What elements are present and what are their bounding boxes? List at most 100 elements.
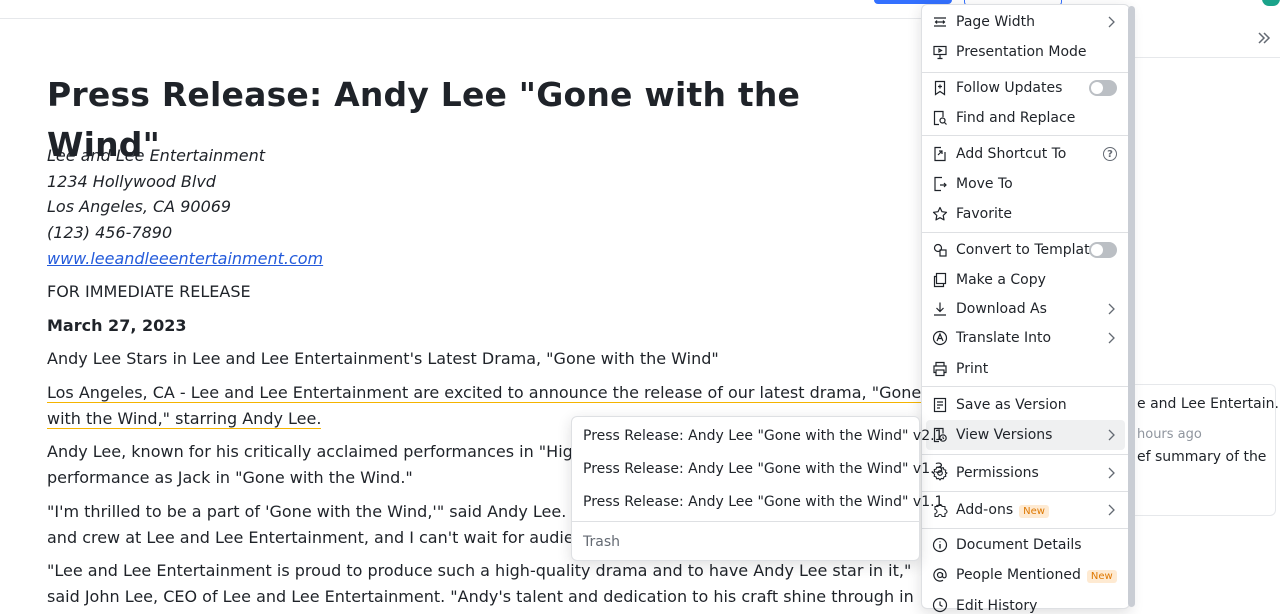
menu-label: Add Shortcut To xyxy=(956,146,1067,162)
release-note: FOR IMMEDIATE RELEASE xyxy=(47,282,251,301)
comment-card[interactable]: e and Lee Entertain... hours ago ef summ… xyxy=(1133,384,1280,516)
menu-divider xyxy=(922,454,1129,455)
menu-item-save-version[interactable]: Save as Version xyxy=(922,390,1129,420)
menu-label: Presentation Mode xyxy=(956,44,1087,60)
translate-icon xyxy=(932,330,948,346)
menu-item-follow-updates[interactable]: Follow Updates xyxy=(922,73,1129,103)
address-city: Los Angeles, CA 90069 xyxy=(47,197,232,216)
trash-label: Trash xyxy=(583,534,620,550)
print-icon xyxy=(932,361,948,377)
address-phone: (123) 456-7890 xyxy=(47,223,173,242)
commented-text-line1[interactable]: Los Angeles, CA - Lee and Lee Entertainm… xyxy=(47,383,922,403)
version-label: Press Release: Andy Lee "Gone with the W… xyxy=(583,461,944,477)
convert-template-toggle[interactable] xyxy=(1089,242,1117,258)
follow-updates-toggle[interactable] xyxy=(1089,80,1117,96)
release-date: March 27, 2023 xyxy=(47,316,187,335)
menu-item-print[interactable]: Print xyxy=(922,354,1129,384)
menu-label: Find and Replace xyxy=(956,110,1076,126)
menu-item-presentation-mode[interactable]: Presentation Mode xyxy=(922,37,1129,67)
version-item-v2-1[interactable]: Press Release: Andy Lee "Gone with the W… xyxy=(572,421,943,451)
headline: Andy Lee Stars in Lee and Lee Entertainm… xyxy=(47,349,719,368)
menu-divider xyxy=(922,386,1129,387)
menu-label: Move To xyxy=(956,176,1013,192)
menu-divider xyxy=(922,232,1129,233)
divider xyxy=(1133,57,1280,58)
template-icon xyxy=(932,242,948,258)
menu-divider xyxy=(922,528,1129,529)
menu-label: Download As xyxy=(956,301,1047,317)
paragraph-line: said John Lee, CEO of Lee and Lee Entert… xyxy=(47,587,914,606)
menu-item-favorite[interactable]: Favorite xyxy=(922,199,1129,229)
menu-item-move-to[interactable]: Move To xyxy=(922,169,1129,199)
find-replace-icon xyxy=(932,110,948,126)
menu-item-find-replace[interactable]: Find and Replace xyxy=(922,103,1129,133)
comment-title: e and Lee Entertain... xyxy=(1137,396,1280,412)
page-width-icon xyxy=(932,14,948,30)
menu-divider xyxy=(922,135,1129,136)
address-street: 1234 Hollywood Blvd xyxy=(47,172,216,191)
save-version-icon xyxy=(932,397,948,413)
version-label: Press Release: Andy Lee "Gone with the W… xyxy=(583,494,944,510)
paragraph-line: and crew at Lee and Lee Entertainment, a… xyxy=(47,528,632,547)
presentation-icon xyxy=(932,44,948,60)
paragraph-line: Andy Lee, known for his critically accla… xyxy=(47,442,634,461)
star-icon xyxy=(932,206,948,222)
menu-item-permissions[interactable]: Permissions xyxy=(922,458,1129,488)
version-item-v1-1[interactable]: Press Release: Andy Lee "Gone with the W… xyxy=(572,487,943,517)
chevron-right-icon xyxy=(1105,467,1117,479)
versions-submenu: Press Release: Andy Lee "Gone with the W… xyxy=(571,416,943,561)
info-icon xyxy=(932,537,948,553)
menu-item-make-copy[interactable]: Make a Copy xyxy=(922,265,1129,295)
menu-label: Favorite xyxy=(956,206,1012,222)
menu-label: Permissions xyxy=(956,465,1039,481)
website-link[interactable]: www.leeandleeentertainment.com xyxy=(47,249,323,268)
comment-body: ef summary of the xyxy=(1137,449,1267,465)
menu-item-view-versions[interactable]: View Versions xyxy=(926,420,1125,450)
download-icon xyxy=(932,301,948,317)
chevron-right-icon xyxy=(1105,429,1117,441)
history-icon xyxy=(932,597,948,613)
comments-panel xyxy=(1133,18,1280,607)
menu-item-convert-template[interactable]: Convert to Template xyxy=(922,235,1129,265)
menu-label: Edit History xyxy=(956,598,1038,614)
new-badge: New xyxy=(1086,570,1117,583)
shortcut-icon xyxy=(932,146,948,162)
menu-label: View Versions xyxy=(956,427,1053,443)
menu-label: Save as Version xyxy=(956,397,1067,413)
bookmark-icon xyxy=(932,80,948,96)
menu-item-addons[interactable]: Add-ons New xyxy=(922,495,1129,525)
addons-label: Add-ons xyxy=(956,502,1014,518)
menu-label: Document Details xyxy=(956,537,1082,553)
menu-item-download-as[interactable]: Download As xyxy=(922,294,1129,324)
version-item-v1-3[interactable]: Press Release: Andy Lee "Gone with the W… xyxy=(572,454,943,484)
menu-label: Translate Into xyxy=(956,330,1052,346)
double-chevron-right-icon[interactable] xyxy=(1256,30,1274,48)
help-icon[interactable]: ? xyxy=(1103,147,1117,161)
copy-icon xyxy=(932,272,948,288)
comment-time: hours ago xyxy=(1137,427,1202,442)
version-trash-item[interactable]: Trash xyxy=(572,527,919,557)
paragraph-line: performance as Jack in "Gone with the Wi… xyxy=(47,468,413,487)
menu-item-edit-history[interactable]: Edit History xyxy=(922,590,1129,614)
menu-label: Make a Copy xyxy=(956,272,1046,288)
menu-item-add-shortcut[interactable]: Add Shortcut To ? xyxy=(922,139,1129,169)
menu-label: People Mentioned New xyxy=(956,567,1117,583)
chevron-right-icon xyxy=(1105,16,1117,28)
menu-label: Convert to Template xyxy=(956,242,1099,258)
menu-divider xyxy=(922,491,1129,492)
chevron-right-icon xyxy=(1105,332,1117,344)
menu-item-page-width[interactable]: Page Width xyxy=(922,7,1129,37)
people-mentioned-label: People Mentioned xyxy=(956,567,1081,583)
menu-label: Page Width xyxy=(956,14,1036,30)
commented-text-line2[interactable]: with the Wind," starring Andy Lee. xyxy=(47,409,322,429)
menu-label: Add-ons New xyxy=(956,502,1049,518)
menu-item-document-details[interactable]: Document Details xyxy=(922,530,1129,560)
menu-item-translate-into[interactable]: Translate Into xyxy=(922,323,1129,353)
chevron-right-icon xyxy=(1105,303,1117,315)
chevron-right-icon xyxy=(1105,504,1117,516)
menu-scrollbar[interactable] xyxy=(1128,6,1135,607)
address-company: Lee and Lee Entertainment xyxy=(47,146,266,165)
menu-item-people-mentioned[interactable]: People Mentioned New xyxy=(922,560,1129,590)
menu-label: Follow Updates xyxy=(956,80,1063,96)
move-icon xyxy=(932,176,948,192)
